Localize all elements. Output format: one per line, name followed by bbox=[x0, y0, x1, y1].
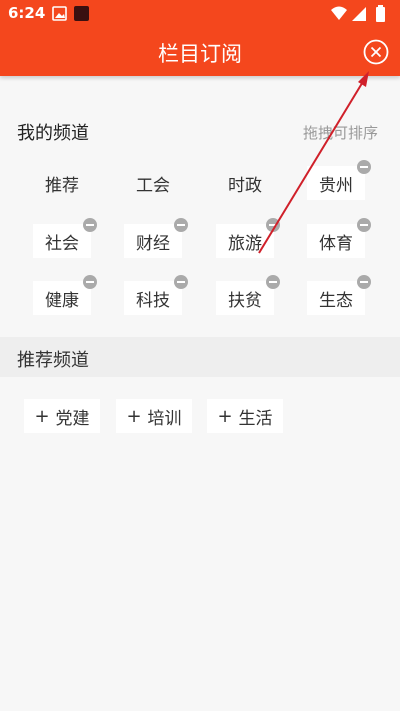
channel-label: 体育 bbox=[319, 233, 353, 254]
channel-label: 培训 bbox=[147, 408, 182, 429]
app-bar: 6:24 栏目订阅 bbox=[0, 0, 400, 76]
channel-label: 健康 bbox=[45, 290, 79, 311]
channel-chip[interactable]: 贵州 bbox=[307, 160, 371, 200]
channel-label: 财经 bbox=[136, 233, 170, 254]
status-time: 6:24 bbox=[8, 4, 46, 22]
recommended-channels-header: 推荐频道 bbox=[0, 337, 400, 377]
remove-channel-icon[interactable] bbox=[357, 160, 371, 174]
channel-label: 贵州 bbox=[319, 175, 353, 196]
notification-icons bbox=[52, 6, 92, 26]
channel-chip[interactable]: 科技 bbox=[124, 275, 188, 315]
channel-chip[interactable]: 财经 bbox=[124, 218, 188, 258]
app-notification-icon bbox=[74, 6, 89, 21]
system-status-icons bbox=[330, 5, 390, 27]
my-channels-title: 我的频道 bbox=[17, 123, 89, 144]
remove-channel-icon[interactable] bbox=[83, 275, 97, 289]
wifi-icon bbox=[331, 6, 347, 20]
signal-icon bbox=[352, 7, 366, 21]
channel-label: 科技 bbox=[136, 290, 170, 311]
channel-label: 党建 bbox=[55, 408, 90, 429]
channel-chip[interactable]: 社会 bbox=[33, 218, 97, 258]
channel-label: 扶贫 bbox=[228, 290, 262, 311]
plus-icon: + bbox=[126, 405, 142, 427]
channel-label: 生活 bbox=[238, 408, 273, 429]
channel-label: 旅游 bbox=[228, 233, 262, 254]
remove-channel-icon[interactable] bbox=[357, 275, 371, 289]
channel-label: 推荐 bbox=[45, 175, 79, 196]
image-icon bbox=[52, 6, 67, 21]
remove-channel-icon[interactable] bbox=[357, 218, 371, 232]
remove-channel-icon[interactable] bbox=[266, 218, 280, 232]
channel-chip[interactable]: 工会 bbox=[124, 166, 182, 200]
battery-icon bbox=[376, 5, 385, 22]
channel-label: 工会 bbox=[136, 175, 170, 196]
channel-label: 生态 bbox=[319, 290, 353, 311]
channel-chip[interactable]: 时政 bbox=[216, 166, 274, 200]
channel-chip[interactable]: 体育 bbox=[307, 218, 371, 258]
close-circle-icon bbox=[363, 39, 389, 65]
recommended-channels-title: 推荐频道 bbox=[17, 350, 89, 371]
channel-chip[interactable]: 旅游 bbox=[216, 218, 280, 258]
plus-icon: + bbox=[217, 405, 233, 427]
channel-label: 社会 bbox=[45, 233, 79, 254]
channel-chip[interactable]: 生态 bbox=[307, 275, 371, 315]
page-title: 栏目订阅 bbox=[158, 42, 242, 66]
remove-channel-icon[interactable] bbox=[174, 275, 188, 289]
add-channel-chip[interactable]: + 培训 bbox=[116, 399, 192, 433]
add-channel-chip[interactable]: + 党建 bbox=[24, 399, 100, 433]
remove-channel-icon[interactable] bbox=[83, 218, 97, 232]
add-channel-chip[interactable]: + 生活 bbox=[207, 399, 283, 433]
my-channels-header: 我的频道 拖拽可排序 bbox=[0, 116, 400, 146]
channel-chip[interactable]: 健康 bbox=[33, 275, 97, 315]
close-button[interactable] bbox=[362, 38, 390, 66]
channel-subscription-screen: 6:24 栏目订阅 我的频道 拖拽可排序 推荐 工会 时政 贵州 社会 财经 旅… bbox=[0, 0, 400, 711]
channel-chip[interactable]: 扶贫 bbox=[216, 275, 280, 315]
remove-channel-icon[interactable] bbox=[174, 218, 188, 232]
channel-chip[interactable]: 推荐 bbox=[33, 166, 91, 200]
plus-icon: + bbox=[34, 405, 50, 427]
drag-sort-hint: 拖拽可排序 bbox=[302, 124, 378, 142]
channel-label: 时政 bbox=[228, 175, 262, 196]
remove-channel-icon[interactable] bbox=[266, 275, 280, 289]
status-bar: 6:24 bbox=[0, 0, 400, 28]
